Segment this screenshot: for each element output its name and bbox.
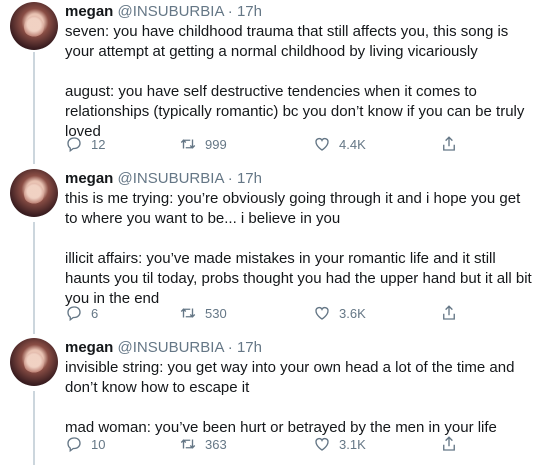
timestamp[interactable]: 17h xyxy=(237,170,262,187)
tweet-content: megan @INSUBURBIA · 17h seven: you have … xyxy=(65,2,532,142)
tweet-paragraph: invisible string: you get way into your … xyxy=(65,359,515,396)
user-handle[interactable]: @INSUBURBIA xyxy=(118,3,224,20)
tweet-content: megan @INSUBURBIA · 17h invisible string… xyxy=(65,338,532,438)
reply-icon xyxy=(67,306,81,322)
avatar[interactable] xyxy=(10,338,58,386)
like-button[interactable]: 3.1K xyxy=(313,434,366,454)
retweet-icon xyxy=(180,308,196,318)
like-count: 4.4K xyxy=(339,136,366,152)
retweet-button[interactable]: 999 xyxy=(179,134,227,154)
retweet-button[interactable]: 530 xyxy=(179,303,227,323)
tweet-header: megan @INSUBURBIA · 17h xyxy=(65,169,532,189)
tweet-text: this is me trying: you’re obviously goin… xyxy=(65,189,532,309)
retweet-icon xyxy=(180,439,196,449)
tweet-text: seven: you have childhood trauma that st… xyxy=(65,22,532,142)
retweet-icon xyxy=(180,139,196,149)
user-handle[interactable]: @INSUBURBIA xyxy=(118,170,224,187)
reply-button[interactable]: 10 xyxy=(65,434,105,454)
display-name[interactable]: megan xyxy=(65,3,113,20)
tweet-paragraph: illicit affairs: you’ve made mistakes in… xyxy=(65,250,532,307)
reply-count: 6 xyxy=(91,305,99,321)
like-count: 3.6K xyxy=(339,305,366,321)
like-count: 3.1K xyxy=(339,436,366,452)
avatar[interactable] xyxy=(10,169,58,217)
tweet-actions: 6 530 3.6K xyxy=(65,303,540,323)
timestamp[interactable]: 17h xyxy=(237,339,262,356)
timestamp[interactable]: 17h xyxy=(237,3,262,20)
tweet-paragraph: seven: you have childhood trauma that st… xyxy=(65,23,509,60)
display-name[interactable]: megan xyxy=(65,339,113,356)
heart-icon xyxy=(315,137,329,151)
reply-icon xyxy=(67,137,81,153)
tweet-paragraph: this is me trying: you’re obviously goin… xyxy=(65,190,521,227)
display-name[interactable]: megan xyxy=(65,170,113,187)
share-button[interactable] xyxy=(440,303,466,323)
retweet-button[interactable]: 363 xyxy=(179,434,227,454)
tweet-content: megan @INSUBURBIA · 17h this is me tryin… xyxy=(65,169,532,309)
tweet[interactable]: megan @INSUBURBIA · 17h invisible string… xyxy=(0,338,540,465)
retweet-count: 999 xyxy=(205,136,227,152)
avatar[interactable] xyxy=(10,2,58,50)
share-icon xyxy=(443,436,455,451)
tweet-actions: 10 363 3.1K xyxy=(65,434,540,454)
separator-dot: · xyxy=(227,339,233,356)
share-icon xyxy=(443,305,455,320)
tweet[interactable]: megan @INSUBURBIA · 17h this is me tryin… xyxy=(0,169,540,329)
tweet-paragraph: august: you have self destructive tenden… xyxy=(65,83,525,140)
reply-button[interactable]: 6 xyxy=(65,303,98,323)
tweet-actions: 12 999 4.4K xyxy=(65,134,540,154)
tweet-text: invisible string: you get way into your … xyxy=(65,358,532,438)
tweet-header: megan @INSUBURBIA · 17h xyxy=(65,2,532,22)
retweet-count: 530 xyxy=(205,305,227,321)
reply-count: 12 xyxy=(91,136,106,152)
tweet[interactable]: megan @INSUBURBIA · 17h seven: you have … xyxy=(0,2,540,162)
share-button[interactable] xyxy=(440,134,466,154)
retweet-count: 363 xyxy=(205,436,227,452)
reply-button[interactable]: 12 xyxy=(65,134,105,154)
user-handle[interactable]: @INSUBURBIA xyxy=(118,339,224,356)
like-button[interactable]: 4.4K xyxy=(313,134,366,154)
reply-count: 10 xyxy=(91,436,106,452)
share-icon xyxy=(443,136,455,151)
separator-dot: · xyxy=(227,170,233,187)
like-button[interactable]: 3.6K xyxy=(313,303,366,323)
heart-icon xyxy=(315,306,329,320)
reply-icon xyxy=(67,437,81,453)
heart-icon xyxy=(315,437,329,451)
separator-dot: · xyxy=(227,3,233,20)
tweet-header: megan @INSUBURBIA · 17h xyxy=(65,338,532,358)
share-button[interactable] xyxy=(440,434,466,454)
